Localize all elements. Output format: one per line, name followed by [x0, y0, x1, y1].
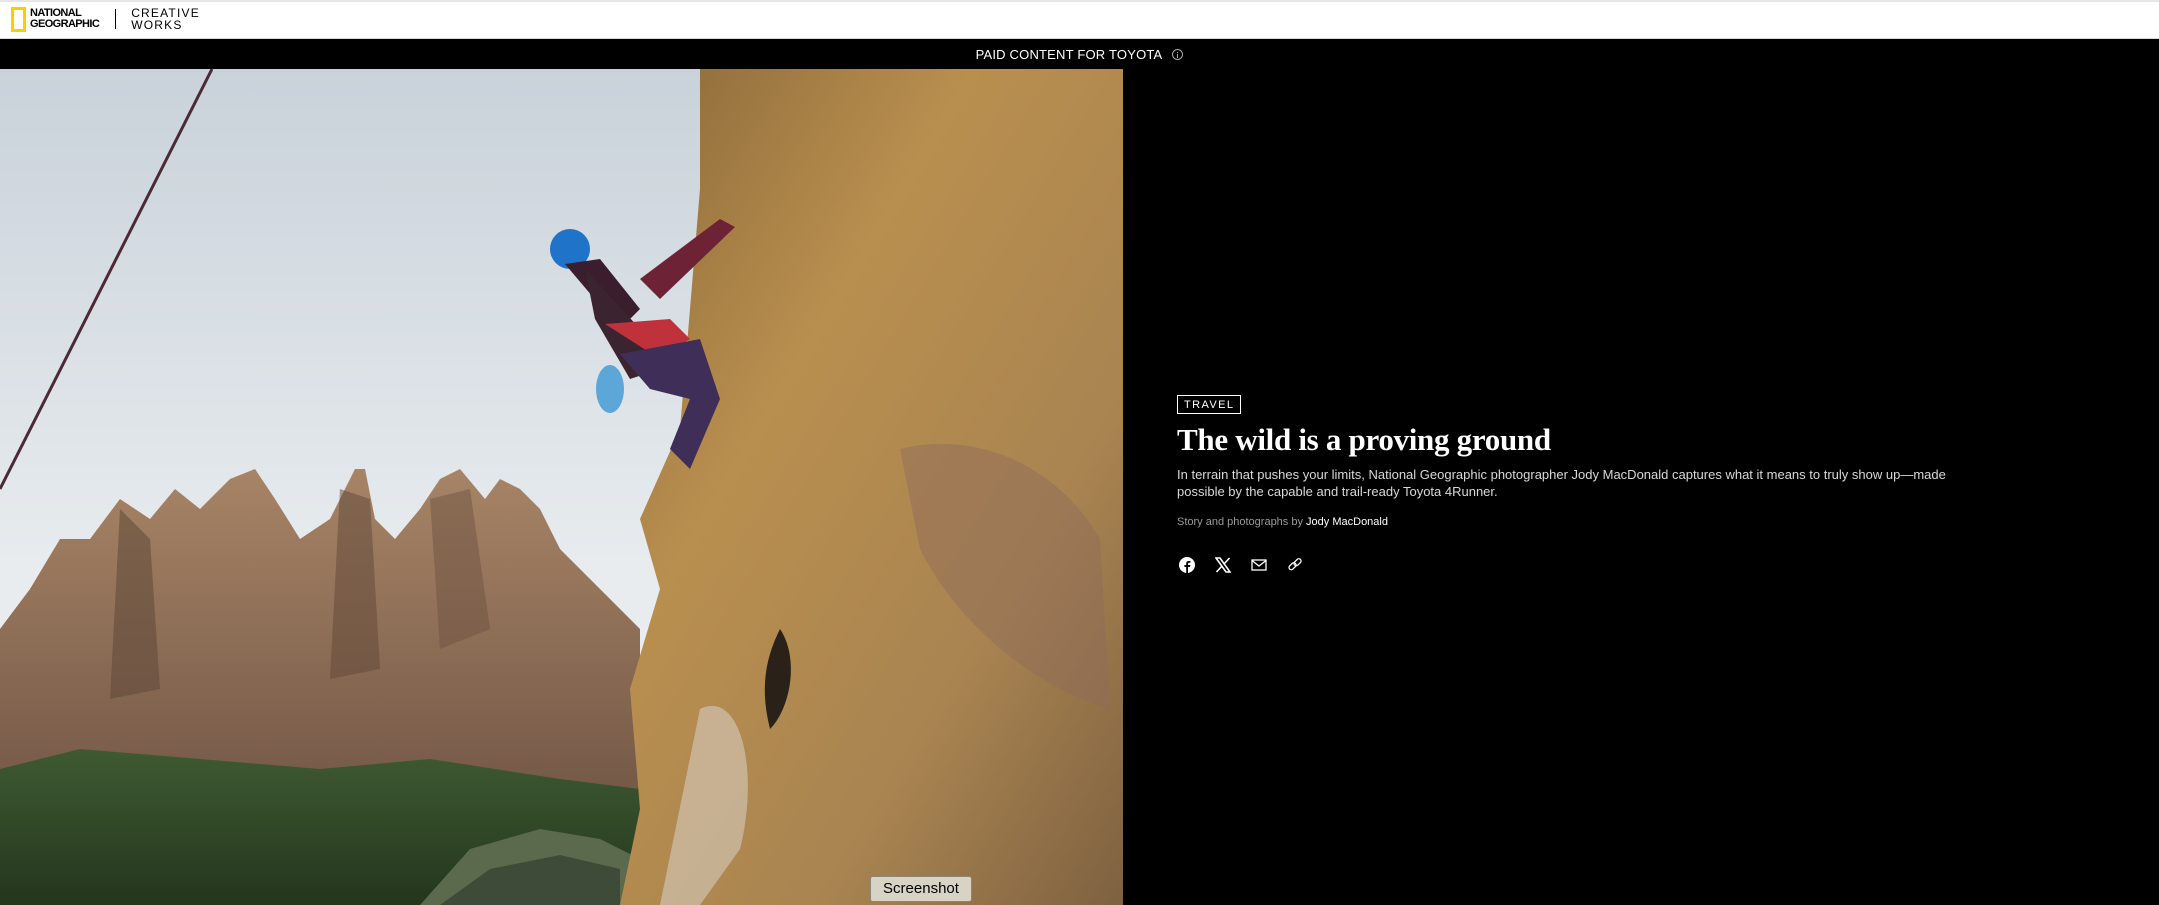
creative-works-wordmark: CREATIVE WORKS — [131, 6, 200, 32]
byline-prefix: Story and photographs by — [1177, 516, 1303, 528]
email-icon[interactable] — [1249, 555, 1269, 575]
paid-content-bar: PAID CONTENT FOR TOYOTA — [0, 39, 2159, 69]
paid-content-label: PAID CONTENT FOR TOYOTA — [975, 46, 1163, 62]
info-icon[interactable] — [1172, 48, 1184, 60]
author-link[interactable]: Jody MacDonald — [1306, 516, 1388, 528]
article-dek: In terrain that pushes your limits, Nati… — [1177, 467, 1946, 499]
natgeo-wordmark: NATIONAL GEOGRAPHIC — [30, 7, 100, 30]
yellow-border-icon — [11, 6, 26, 32]
climber-photo-illustration — [0, 69, 1123, 905]
header-top-rule — [0, 0, 2159, 2]
x-icon[interactable] — [1213, 555, 1233, 575]
article-intro-panel: TRAVEL The wild is a proving ground In t… — [1123, 69, 2159, 905]
article-title: The wild is a proving ground — [1177, 422, 1551, 457]
site-header: NATIONAL GEOGRAPHIC CREATIVE WORKS — [0, 0, 2159, 39]
link-icon[interactable] — [1285, 555, 1305, 575]
share-bar — [1177, 555, 1305, 575]
byline: Story and photographs by Jody MacDonald — [1177, 516, 1388, 528]
screenshot-button[interactable]: Screenshot — [870, 876, 972, 902]
category-tag[interactable]: TRAVEL — [1177, 395, 1242, 414]
facebook-icon[interactable] — [1177, 555, 1197, 575]
logo-divider — [115, 9, 117, 29]
hero-image — [0, 69, 1123, 905]
natgeo-creative-works-logo[interactable]: NATIONAL GEOGRAPHIC CREATIVE WORKS — [11, 6, 200, 32]
